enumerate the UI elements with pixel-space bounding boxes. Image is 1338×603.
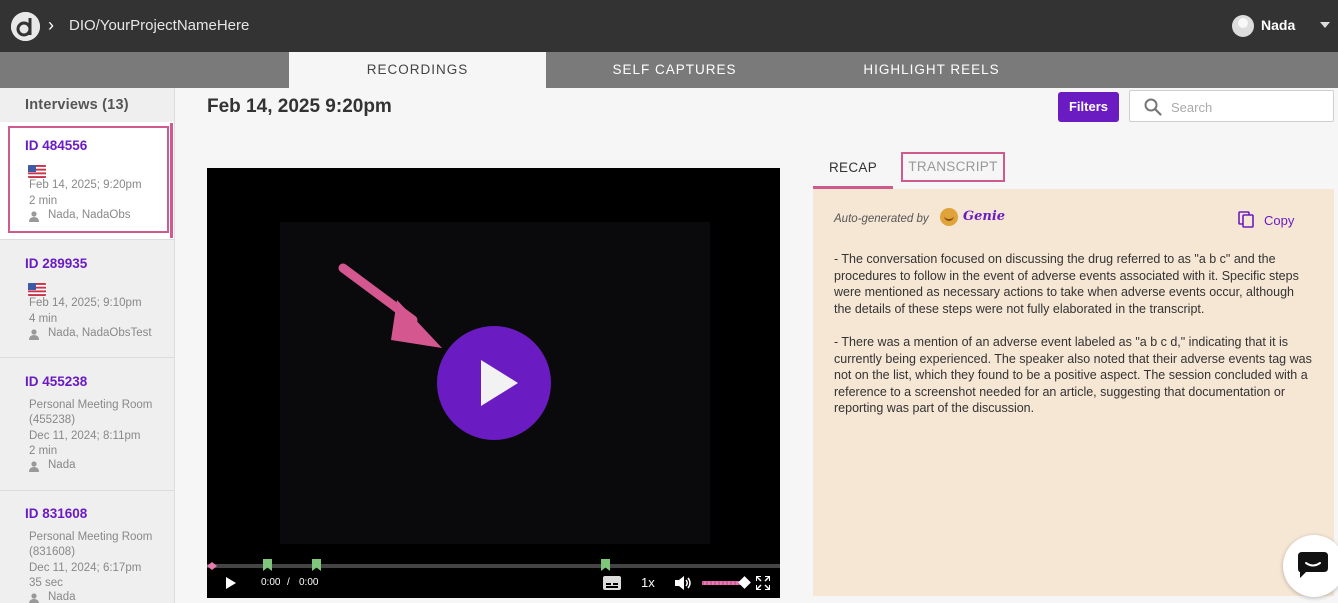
interview-date: Feb 14, 2025; 9:10pm	[29, 297, 142, 309]
tab-highlight-reels[interactable]: HIGHLIGHT REELS	[803, 52, 1060, 88]
chat-icon	[1298, 552, 1328, 578]
selected-interview-highlight	[8, 126, 169, 233]
copy-button[interactable]: Copy	[1264, 213, 1294, 228]
recap-paragraph: - The conversation focused on discussing…	[834, 252, 1299, 316]
recap-panel: Auto-generated by Genie Copy - The conve…	[813, 189, 1334, 596]
copy-icon[interactable]	[1238, 211, 1254, 228]
search-icon	[1144, 98, 1162, 116]
time-separator: /	[287, 577, 290, 588]
tab-bar: RECORDINGS SELF CAPTURES HIGHLIGHT REELS	[0, 52, 1338, 88]
play-control-icon[interactable]	[226, 577, 236, 589]
genie-icon	[940, 208, 958, 226]
interview-room: Personal Meeting Room (831608)	[29, 531, 153, 558]
interview-duration: 4 min	[29, 313, 58, 325]
app-logo-icon[interactable]	[11, 12, 40, 41]
person-icon	[29, 461, 39, 472]
recap-paragraph: - There was a mention of an adverse even…	[834, 334, 1312, 416]
tab-recap[interactable]: RECAP	[813, 160, 893, 189]
progress-bar[interactable]	[207, 564, 780, 568]
interview-date: Dec 11, 2024; 8:11pm	[29, 430, 141, 442]
chat-support-button[interactable]	[1283, 535, 1338, 597]
interview-id[interactable]: ID 455238	[25, 374, 87, 389]
selected-indicator	[170, 123, 173, 238]
breadcrumb[interactable]: DIO/YourProjectNameHere	[69, 17, 249, 35]
user-name[interactable]: Nada	[1261, 17, 1295, 33]
person-icon	[29, 593, 39, 603]
captions-icon[interactable]	[603, 576, 621, 590]
chevron-down-icon[interactable]	[1320, 22, 1330, 28]
tab-transcript[interactable]: TRANSCRIPT	[901, 152, 1005, 182]
fullscreen-icon[interactable]	[756, 576, 770, 590]
interview-date: Dec 11, 2024; 6:17pm	[29, 562, 142, 574]
top-bar: › DIO/YourProjectNameHere Nada	[0, 0, 1338, 52]
tab-self-captures[interactable]: SELF CAPTURES	[546, 52, 803, 88]
interview-item[interactable]: ID 831608 Personal Meeting Room (831608)…	[0, 491, 174, 603]
tab-recordings[interactable]: RECORDINGS	[289, 52, 546, 88]
interview-id[interactable]: ID 289935	[25, 256, 87, 271]
chevron-right-icon: ›	[48, 15, 54, 35]
recap-summary: - The conversation focused on discussing…	[834, 251, 1314, 434]
duration-time: 0:00	[299, 577, 319, 588]
search-box[interactable]	[1129, 90, 1334, 122]
interview-item[interactable]: ID 289935 Feb 14, 2025; 9:10pm 4 min Nad…	[0, 240, 174, 358]
video-player[interactable]: 0:00 / 0:00 1x	[207, 168, 780, 598]
sidebar-title: Interviews (13)	[25, 97, 129, 113]
interview-duration: 2 min	[29, 445, 58, 457]
volume-icon[interactable]	[675, 575, 692, 591]
interview-participants: Nada, NadaObsTest	[48, 327, 152, 339]
annotation-arrow-icon	[338, 263, 442, 348]
volume-knob[interactable]	[738, 576, 751, 589]
interview-id[interactable]: ID 831608	[25, 506, 87, 521]
progress-knob[interactable]	[207, 562, 217, 570]
current-time: 0:00	[261, 577, 281, 588]
interview-room: Personal Meeting Room (455238)	[29, 399, 153, 426]
search-input[interactable]	[1171, 98, 1326, 116]
genie-label: Genie	[963, 209, 1006, 224]
bookmark-marker-icon[interactable]	[263, 559, 272, 571]
interview-item[interactable]: ID 455238 Personal Meeting Room (455238)…	[0, 358, 174, 491]
interview-participants: Nada	[48, 591, 76, 603]
interview-duration: 35 sec	[29, 577, 63, 589]
playback-speed[interactable]: 1x	[641, 575, 655, 590]
bookmark-marker-icon[interactable]	[312, 559, 321, 571]
us-flag-icon	[28, 283, 46, 296]
bookmark-marker-icon[interactable]	[601, 559, 610, 571]
person-icon	[29, 329, 39, 340]
avatar[interactable]	[1232, 15, 1254, 37]
interview-participants: Nada	[48, 459, 76, 471]
filters-button[interactable]: Filters	[1058, 92, 1119, 122]
auto-generated-label: Auto-generated by	[834, 213, 929, 225]
page-title: Feb 14, 2025 9:20pm	[207, 96, 392, 117]
